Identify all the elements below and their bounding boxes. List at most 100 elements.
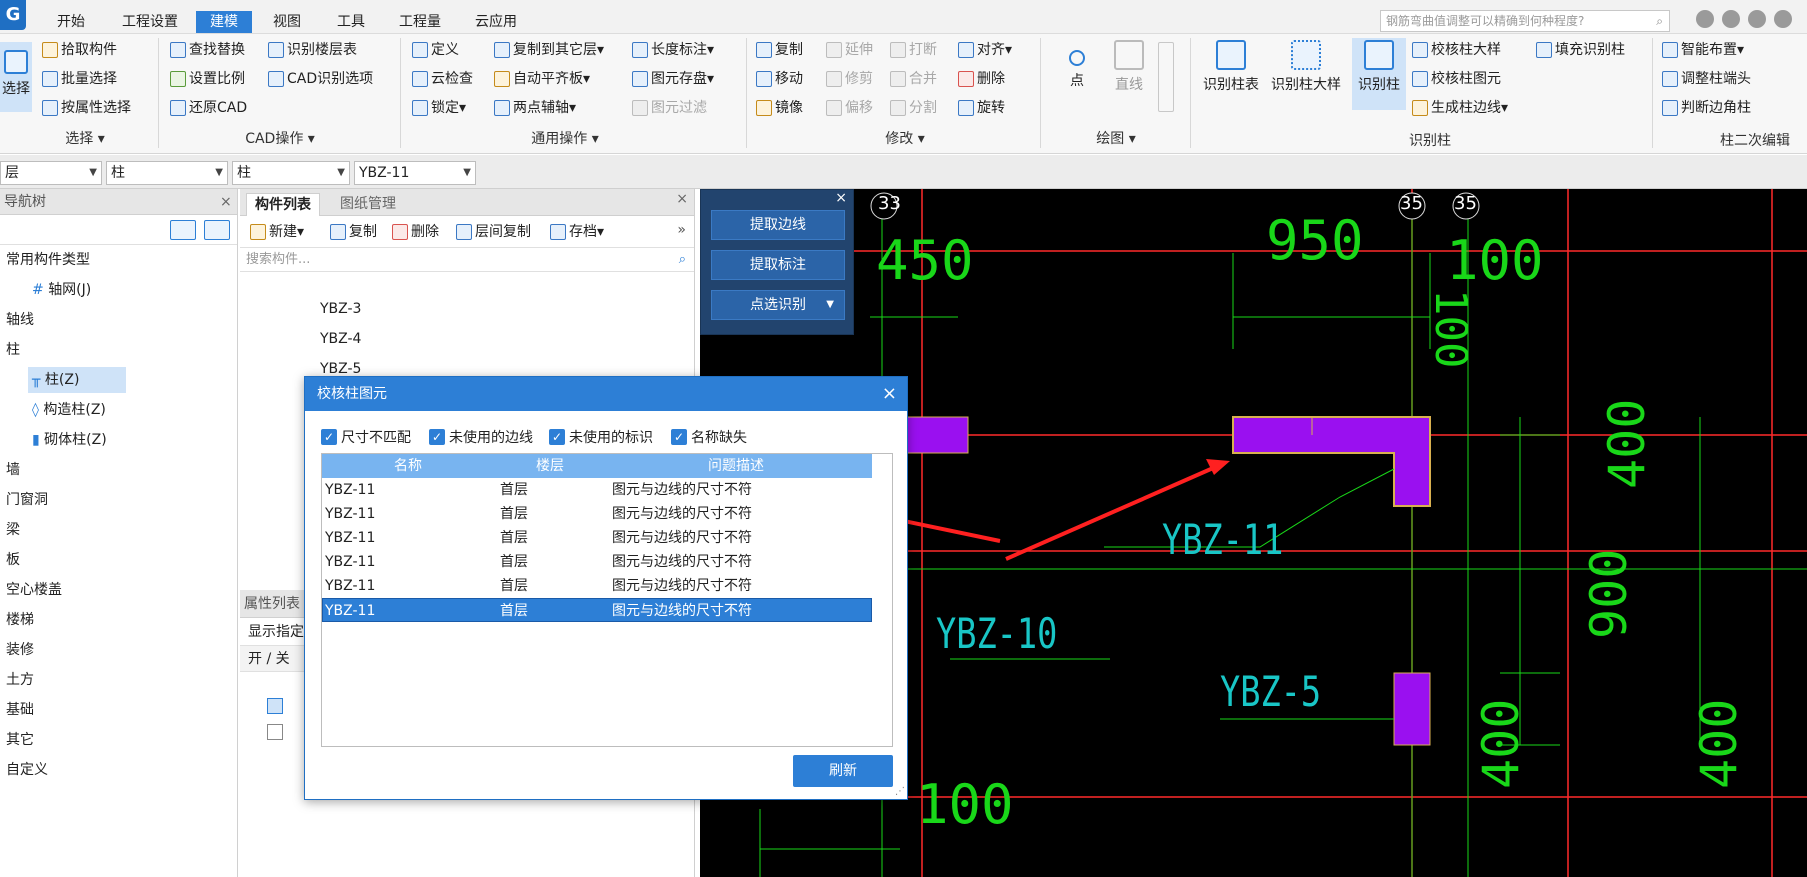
extract-edge-button[interactable]: 提取边线 bbox=[711, 210, 845, 240]
merge-button[interactable]: 合并 bbox=[890, 67, 937, 91]
group-modify[interactable]: 修改 ▾ bbox=[850, 130, 960, 148]
lock-button[interactable]: 锁定 ▾ bbox=[412, 96, 466, 120]
category-select[interactable]: 柱 ▼ bbox=[106, 161, 228, 185]
copy-button[interactable]: 复制 bbox=[756, 38, 803, 62]
menu-cloud[interactable]: 云应用 bbox=[464, 11, 528, 33]
table-row[interactable]: YBZ-11 首层 图元与边线的尺寸不符 bbox=[322, 478, 872, 502]
batch-select-button[interactable]: 批量选择 bbox=[42, 67, 117, 91]
nav-group-other[interactable]: 其它 bbox=[6, 727, 34, 753]
component-item[interactable]: YBZ-5 bbox=[320, 361, 361, 377]
menu-more-icon[interactable] bbox=[1774, 10, 1792, 28]
search-icon[interactable]: ⌕ bbox=[679, 248, 686, 272]
dialog-titlebar[interactable]: 校核柱图元 × bbox=[305, 377, 907, 411]
recognize-floor-table-button[interactable]: 识别楼层表 bbox=[268, 38, 357, 62]
two-point-axis-button[interactable]: 两点辅轴 ▾ bbox=[494, 96, 576, 120]
element-filter-button[interactable]: 图元过滤 bbox=[632, 96, 707, 120]
adjust-column-end-button[interactable]: 调整柱端头 bbox=[1662, 67, 1751, 91]
menu-tools[interactable]: 工具 bbox=[326, 11, 376, 33]
nav-group-column[interactable]: 柱 bbox=[6, 337, 20, 363]
table-row[interactable]: YBZ-11 首层 图元与边线的尺寸不符 bbox=[322, 550, 872, 574]
break-button[interactable]: 打断 bbox=[890, 38, 937, 62]
attribute-toggle-checkbox[interactable] bbox=[267, 698, 283, 714]
resize-grip-icon[interactable]: ⋰ bbox=[895, 786, 905, 797]
attribute-toggle-checkbox[interactable] bbox=[267, 724, 283, 740]
component-search-input[interactable]: 搜索构件... ⌕ bbox=[240, 248, 694, 272]
new-component-button[interactable]: 新建 ▾ bbox=[250, 220, 304, 244]
table-row[interactable]: YBZ-11 首层 图元与边线的尺寸不符 bbox=[322, 574, 872, 598]
nav-group-foundation[interactable]: 基础 bbox=[6, 697, 34, 723]
nav-group-custom[interactable]: 自定义 bbox=[6, 757, 48, 783]
trim-button[interactable]: 修剪 bbox=[826, 67, 873, 91]
check-column-element-button[interactable]: 校核柱图元 bbox=[1412, 67, 1501, 91]
recognize-column-detail-button[interactable]: 识别柱大样 bbox=[1266, 40, 1346, 94]
save-element-button[interactable]: 图元存盘 ▾ bbox=[632, 67, 714, 91]
delete-button[interactable]: 删除 bbox=[958, 67, 1005, 91]
nav-group-wall[interactable]: 墙 bbox=[6, 457, 20, 483]
nav-group-earthwork[interactable]: 土方 bbox=[6, 667, 34, 693]
set-scale-button[interactable]: 设置比例 bbox=[170, 67, 245, 91]
user-icon[interactable] bbox=[1696, 10, 1714, 28]
copy-component-button[interactable]: 复制 bbox=[330, 220, 377, 244]
pick-component-button[interactable]: 拾取构件 bbox=[42, 38, 117, 62]
generate-column-edge-button[interactable]: 生成柱边线 ▾ bbox=[1412, 96, 1508, 120]
floor-select[interactable]: 层 ▼ bbox=[0, 161, 102, 185]
help-search-input[interactable]: 钢筋弯曲值调整可以精确到何种程度? ⌕ bbox=[1380, 10, 1670, 32]
length-dimension-button[interactable]: 长度标注 ▾ bbox=[632, 38, 714, 62]
group-cad[interactable]: CAD操作 ▾ bbox=[220, 130, 340, 148]
move-button[interactable]: 移动 bbox=[756, 67, 803, 91]
close-icon[interactable]: × bbox=[220, 189, 232, 215]
nav-group-common[interactable]: 常用构件类型 bbox=[6, 247, 90, 273]
copy-to-other-floor-button[interactable]: 复制到其它层 ▾ bbox=[494, 38, 604, 62]
arc-tools-icon[interactable] bbox=[1158, 42, 1174, 112]
menu-start[interactable]: 开始 bbox=[42, 11, 100, 33]
nav-group-openings[interactable]: 门窗洞 bbox=[6, 487, 48, 513]
component-item[interactable]: YBZ-3 bbox=[320, 301, 361, 317]
restore-cad-button[interactable]: 还原CAD bbox=[170, 96, 247, 120]
delete-component-button[interactable]: 删除 bbox=[392, 220, 439, 244]
recognize-column-table-button[interactable]: 识别柱表 bbox=[1198, 40, 1264, 94]
align-button[interactable]: 对齐 ▾ bbox=[958, 38, 1012, 62]
select-by-attr-button[interactable]: 按属性选择 bbox=[42, 96, 131, 120]
copy-between-floors-button[interactable]: 层间复制 bbox=[456, 220, 531, 244]
unused-mark-checkbox[interactable]: ✓ 未使用的标识 bbox=[549, 427, 653, 447]
line-button[interactable]: 直线 bbox=[1104, 40, 1154, 94]
table-row[interactable]: YBZ-11 首层 图元与边线的尺寸不符 bbox=[322, 502, 872, 526]
group-select[interactable]: 选择 ▾ bbox=[30, 130, 140, 148]
archive-button[interactable]: 存档 ▾ bbox=[550, 220, 604, 244]
point-button[interactable]: 点 bbox=[1052, 40, 1102, 90]
close-icon[interactable]: × bbox=[835, 190, 847, 206]
tree-view-icon[interactable] bbox=[204, 220, 230, 240]
search-icon[interactable]: ⌕ bbox=[1656, 11, 1663, 31]
nav-group-decoration[interactable]: 装修 bbox=[6, 637, 34, 663]
nav-item-constructional-column[interactable]: ◊ 构造柱(Z) bbox=[32, 397, 106, 423]
check-column-detail-button[interactable]: 校核柱大样 bbox=[1412, 38, 1501, 62]
rotate-button[interactable]: 旋转 bbox=[958, 96, 1005, 120]
point-recognize-button[interactable]: 点选识别 ▼ bbox=[711, 290, 845, 320]
nav-group-axis[interactable]: 轴线 bbox=[6, 307, 34, 333]
table-row[interactable]: YBZ-11 首层 图元与边线的尺寸不符 bbox=[322, 526, 872, 550]
smart-layout-button[interactable]: 智能布置 ▾ bbox=[1662, 38, 1744, 62]
judge-corner-column-button[interactable]: 判断边角柱 bbox=[1662, 96, 1751, 120]
nav-group-beam[interactable]: 梁 bbox=[6, 517, 20, 543]
app-logo-icon[interactable]: G bbox=[0, 0, 26, 30]
nav-item-masonry-column[interactable]: ▮ 砌体柱(Z) bbox=[32, 427, 107, 453]
extract-label-button[interactable]: 提取标注 bbox=[711, 250, 845, 280]
chat-icon[interactable] bbox=[1748, 10, 1766, 28]
menu-modeling[interactable]: 建模 bbox=[196, 11, 252, 33]
component-select[interactable]: YBZ-11 ▼ bbox=[354, 161, 476, 185]
mirror-button[interactable]: 镜像 bbox=[756, 96, 803, 120]
auto-align-slab-button[interactable]: 自动平齐板 ▾ bbox=[494, 67, 590, 91]
extend-button[interactable]: 延伸 bbox=[826, 38, 873, 62]
cad-options-button[interactable]: CAD识别选项 bbox=[268, 67, 373, 91]
nav-item-column[interactable]: ╥ 柱(Z) bbox=[28, 367, 126, 393]
unused-edge-checkbox[interactable]: ✓ 未使用的边线 bbox=[429, 427, 533, 447]
menu-view[interactable]: 视图 bbox=[262, 11, 312, 33]
size-mismatch-checkbox[interactable]: ✓ 尺寸不匹配 bbox=[321, 427, 411, 447]
menu-project-settings[interactable]: 工程设置 bbox=[110, 11, 190, 33]
tab-drawing-management[interactable]: 图纸管理 bbox=[332, 193, 404, 216]
tab-component-list[interactable]: 构件列表 bbox=[246, 193, 320, 216]
missing-name-checkbox[interactable]: ✓ 名称缺失 bbox=[671, 427, 747, 447]
group-common[interactable]: 通用操作 ▾ bbox=[500, 130, 630, 148]
close-icon[interactable]: × bbox=[676, 191, 688, 207]
cloud-check-button[interactable]: 云检查 bbox=[412, 67, 473, 91]
